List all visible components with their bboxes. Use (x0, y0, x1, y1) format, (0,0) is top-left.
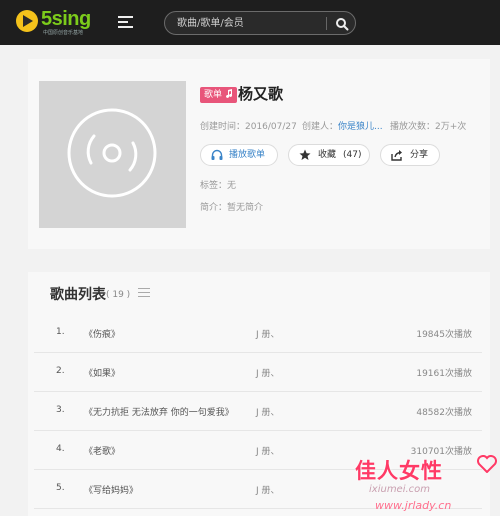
play-count: 播放次数：2万+次 (390, 122, 467, 132)
play-playlist-button[interactable]: 播放歌单 (200, 144, 278, 166)
creator-label: 创建人： (302, 122, 339, 132)
playlist-title: 杨又歌 (238, 85, 284, 103)
menu-icon[interactable] (118, 16, 133, 30)
playlist-cover (39, 81, 186, 228)
playlist-info-card: 歌单 杨又歌 创建时间：2016/07/27 创建人：你是狼儿... 播放次数：… (28, 59, 490, 249)
headphones-icon (211, 149, 223, 160)
song-plays: 48582次播放 (416, 408, 472, 418)
playlist-type-badge: 歌单 (200, 87, 237, 103)
creator: 创建人：你是狼儿... (302, 121, 383, 133)
top-nav-bar: 5sing 中国原创音乐基地 (0, 0, 500, 45)
song-singer[interactable]: J 册、 (256, 483, 280, 496)
logo-subtitle: 中国原创音乐基地 (43, 30, 84, 36)
search-divider (326, 17, 327, 30)
disc-icon (67, 108, 157, 198)
share-button[interactable]: 分享 (380, 144, 440, 166)
song-name[interactable]: 《无力抗拒 无法放弃 你的一句爱我》 (84, 405, 234, 418)
star-icon (299, 149, 311, 160)
song-number: 2. (56, 366, 65, 376)
collect-label: 收藏 (318, 150, 337, 160)
song-name[interactable]: 《如果》 (84, 366, 120, 379)
logo-text: 5sing (41, 8, 91, 30)
song-name[interactable]: 《写给妈妈》 (84, 483, 138, 496)
collect-button[interactable]: 收藏 (47) (288, 144, 370, 166)
music-note-icon (225, 89, 232, 98)
play-playlist-label: 播放歌单 (229, 150, 266, 160)
creator-link[interactable]: 你是狼儿... (338, 122, 383, 132)
song-number: 1. (56, 327, 65, 337)
song-row[interactable]: 3. 《无力抗拒 无法放弃 你的一句爱我》 J 册、 48582次播放 (34, 392, 482, 431)
created-time: 创建时间：2016/07/27 (200, 122, 297, 132)
song-row[interactable]: 2. 《如果》 J 册、 19161次播放 (34, 353, 482, 392)
watermark-subtext: ixiumei.com (369, 484, 431, 495)
song-number: 4. (56, 444, 65, 454)
song-name[interactable]: 《老歌》 (84, 444, 120, 457)
song-row[interactable]: 1. 《伤痕》 J 册、 19845次播放 (34, 314, 482, 353)
watermark-main-text: 佳人女性 (355, 459, 443, 483)
search-icon[interactable] (335, 17, 349, 31)
search-input[interactable] (177, 15, 322, 32)
search-box (164, 11, 356, 35)
song-singer[interactable]: J 册、 (256, 327, 280, 340)
share-icon (391, 150, 402, 161)
song-singer[interactable]: J 册、 (256, 444, 280, 457)
song-list-title: 歌曲列表 (50, 287, 106, 303)
collect-count: (47) (343, 150, 362, 160)
heart-icon (477, 455, 497, 473)
list-view-icon[interactable] (138, 288, 150, 299)
song-plays: 19161次播放 (416, 369, 472, 379)
site-watermark: 佳人女性 ixiumei.com www.jrlady.cn (355, 447, 500, 516)
share-label: 分享 (410, 150, 429, 160)
song-singer[interactable]: J 册、 (256, 366, 280, 379)
song-plays: 19845次播放 (416, 330, 472, 340)
song-singer[interactable]: J 册、 (256, 405, 280, 418)
song-list-count: ( 19 ) (106, 290, 131, 300)
5sing-logo[interactable]: 5sing 中国原创音乐基地 (16, 8, 96, 38)
logo-play-icon (16, 10, 38, 32)
song-number: 5. (56, 483, 65, 493)
playlist-intro: 简介：暂无简介 (200, 203, 264, 213)
playlist-tags: 标签：无 (200, 181, 237, 191)
song-name[interactable]: 《伤痕》 (84, 327, 120, 340)
song-number: 3. (56, 405, 65, 415)
watermark-url: www.jrlady.cn (375, 499, 452, 512)
